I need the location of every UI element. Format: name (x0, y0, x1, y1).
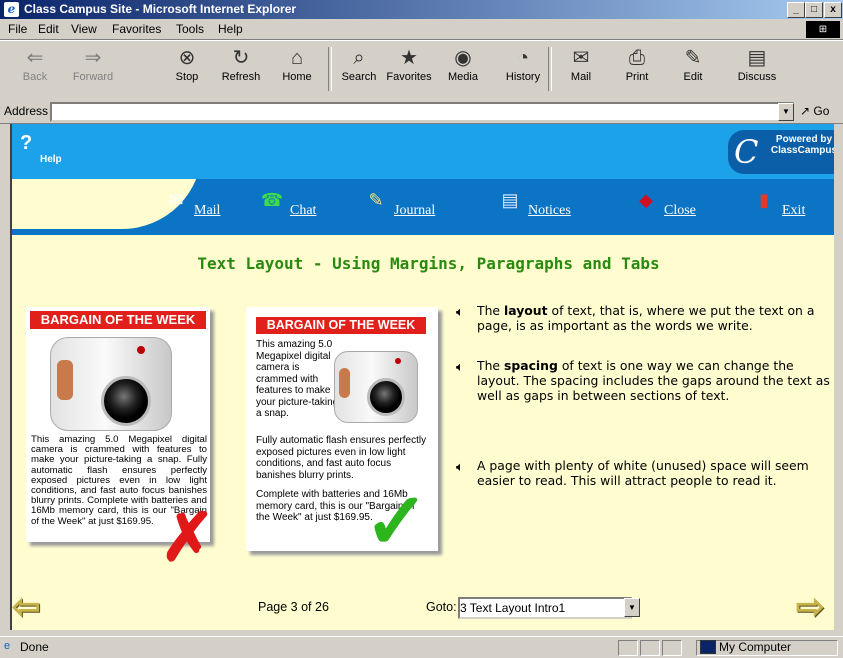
previous-page-arrow-icon[interactable]: ⇦ (12, 590, 52, 624)
search-button[interactable]: ⌕ Search (336, 45, 382, 93)
home-icon: ⌂ (290, 47, 304, 69)
forward-arrow-icon: ⇒ (84, 47, 102, 69)
favorites-button[interactable]: ★ Favorites (386, 45, 432, 93)
goto-dropdown-icon[interactable]: ▼ (624, 598, 640, 617)
history-button[interactable]: ◔ History (500, 45, 546, 93)
chat-phone-icon: ☎ (260, 190, 284, 210)
classcampus-logo-mark: C (734, 133, 759, 171)
address-input[interactable] (50, 102, 794, 122)
windows-logo-icon: ⊞ (806, 21, 840, 38)
history-icon: ◔ (516, 47, 530, 69)
mail-icon: ✉ (572, 47, 590, 69)
page-counter: Page 3 of 26 (258, 600, 329, 614)
search-icon: ⌕ (353, 47, 365, 69)
menu-file[interactable]: File (8, 22, 27, 36)
site-nav: ✉ Mail ☎ Chat ✎ Journal ▤ Notices ◆ Clos… (12, 179, 843, 235)
window-title: Class Campus Site - Microsoft Internet E… (24, 2, 297, 16)
status-bar: e Done My Computer (0, 636, 843, 658)
nav-exit[interactable]: Exit (782, 203, 805, 219)
menu-help[interactable]: Help (218, 22, 243, 36)
frame-border (834, 124, 843, 630)
menu-bar: File Edit View Favorites Tools Help (0, 19, 843, 40)
title-bar: e Class Campus Site - Microsoft Internet… (0, 0, 843, 19)
page-content: ? Help C Powered by ClassCampus ✉ Mail ☎… (10, 124, 843, 630)
minimize-button[interactable]: _ (787, 2, 805, 18)
menu-view[interactable]: View (71, 22, 97, 36)
close-book-icon: ◆ (639, 190, 653, 210)
exit-door-icon: ▮ (759, 190, 769, 210)
goto-label: Goto: (426, 600, 457, 614)
mail-button[interactable]: ✉ Mail (558, 45, 604, 93)
discuss-button[interactable]: ▤ Discuss (734, 45, 780, 93)
menu-edit[interactable]: Edit (38, 22, 59, 36)
ad-banner: BARGAIN OF THE WEEK (30, 311, 206, 329)
address-bar: Address ▼ ↗ Go (0, 99, 843, 124)
go-button[interactable]: ↗ Go (800, 104, 829, 118)
ie-icon: e (4, 2, 19, 17)
bullet-spacing: The spacing of text is one way we can ch… (477, 358, 830, 403)
nav-journal[interactable]: Journal (394, 203, 435, 219)
help-icon[interactable]: ? (20, 132, 42, 154)
toolbar-separator (548, 47, 552, 91)
camera-image (50, 337, 172, 431)
page-status-icon: e (4, 640, 11, 652)
status-pane (618, 640, 638, 656)
address-label: Address (4, 104, 49, 118)
my-computer-icon (700, 640, 716, 654)
stop-icon: ⊗ (178, 47, 196, 69)
mail-envelope-icon: ✉ (168, 190, 184, 210)
status-pane (662, 640, 682, 656)
bullet-white-space: A page with plenty of white (unused) spa… (477, 458, 809, 488)
refresh-button[interactable]: ↻ Refresh (218, 45, 264, 93)
menu-tools[interactable]: Tools (176, 22, 204, 36)
address-dropdown-icon[interactable]: ▼ (778, 103, 794, 121)
maximize-button[interactable]: □ (805, 2, 823, 18)
check-mark-icon: ✓ (364, 477, 430, 565)
print-icon: ⎙ (629, 47, 645, 69)
cross-mark-icon: ✗ (160, 500, 216, 574)
edit-icon: ✎ (684, 47, 702, 69)
speaker-icon[interactable]: 🔈︎ (456, 459, 470, 474)
ad-paragraph-2: Fully automatic flash ensures perfectly … (256, 435, 427, 481)
powered-by-text: Powered by ClassCampus (770, 134, 838, 156)
ad-banner: BARGAIN OF THE WEEK (256, 317, 426, 334)
nav-notices[interactable]: Notices (528, 203, 571, 219)
goto-select[interactable]: 3 Text Layout Intro1 (458, 597, 632, 619)
refresh-icon: ↻ (232, 47, 250, 69)
status-text: Done (20, 640, 49, 654)
status-pane (640, 640, 660, 656)
back-button[interactable]: ⇐ Back (12, 45, 58, 93)
page-title: Text Layout - Using Margins, Paragraphs … (197, 254, 660, 273)
close-window-button[interactable]: x (824, 2, 842, 18)
discuss-icon: ▤ (747, 47, 767, 69)
stop-button[interactable]: ⊗ Stop (164, 45, 210, 93)
nav-mail[interactable]: Mail (194, 203, 220, 219)
notices-board-icon: ▤ (501, 190, 519, 210)
edit-button[interactable]: ✎ Edit (670, 45, 716, 93)
classcampus-logo: C Powered by ClassCampus (728, 130, 843, 174)
menu-favorites[interactable]: Favorites (112, 22, 161, 36)
security-zone-label: My Computer (719, 640, 792, 654)
speaker-icon[interactable]: 🔈︎ (456, 359, 470, 374)
nav-chat[interactable]: Chat (290, 203, 316, 219)
favorites-icon: ★ (400, 47, 418, 69)
back-arrow-icon: ⇐ (26, 47, 44, 69)
home-button[interactable]: ⌂ Home (274, 45, 320, 93)
media-button[interactable]: ◉ Media (440, 45, 486, 93)
speaker-icon[interactable]: 🔈︎ (456, 304, 470, 319)
print-button[interactable]: ⎙ Print (614, 45, 660, 93)
nav-close[interactable]: Close (664, 203, 696, 219)
toolbar-separator (328, 47, 332, 91)
camera-image (334, 351, 418, 423)
help-link[interactable]: Help (40, 154, 62, 165)
toolbar: ⇐ Back ⇒ Forward ⊗ Stop ↻ Refresh ⌂ Home ⌕ Sea… (0, 40, 843, 100)
forward-button[interactable]: ⇒ Forward (70, 45, 116, 93)
media-icon: ◉ (454, 47, 472, 69)
ad-paragraph-1: This amazing 5.0 Megapixel digital camer… (256, 339, 339, 419)
next-page-arrow-icon[interactable]: ⇨ (796, 590, 836, 624)
journal-notepad-icon: ✎ (368, 190, 384, 210)
site-header: ? Help C Powered by ClassCampus (12, 124, 843, 179)
bullet-layout: The layout of text, that is, where we pu… (477, 303, 815, 333)
